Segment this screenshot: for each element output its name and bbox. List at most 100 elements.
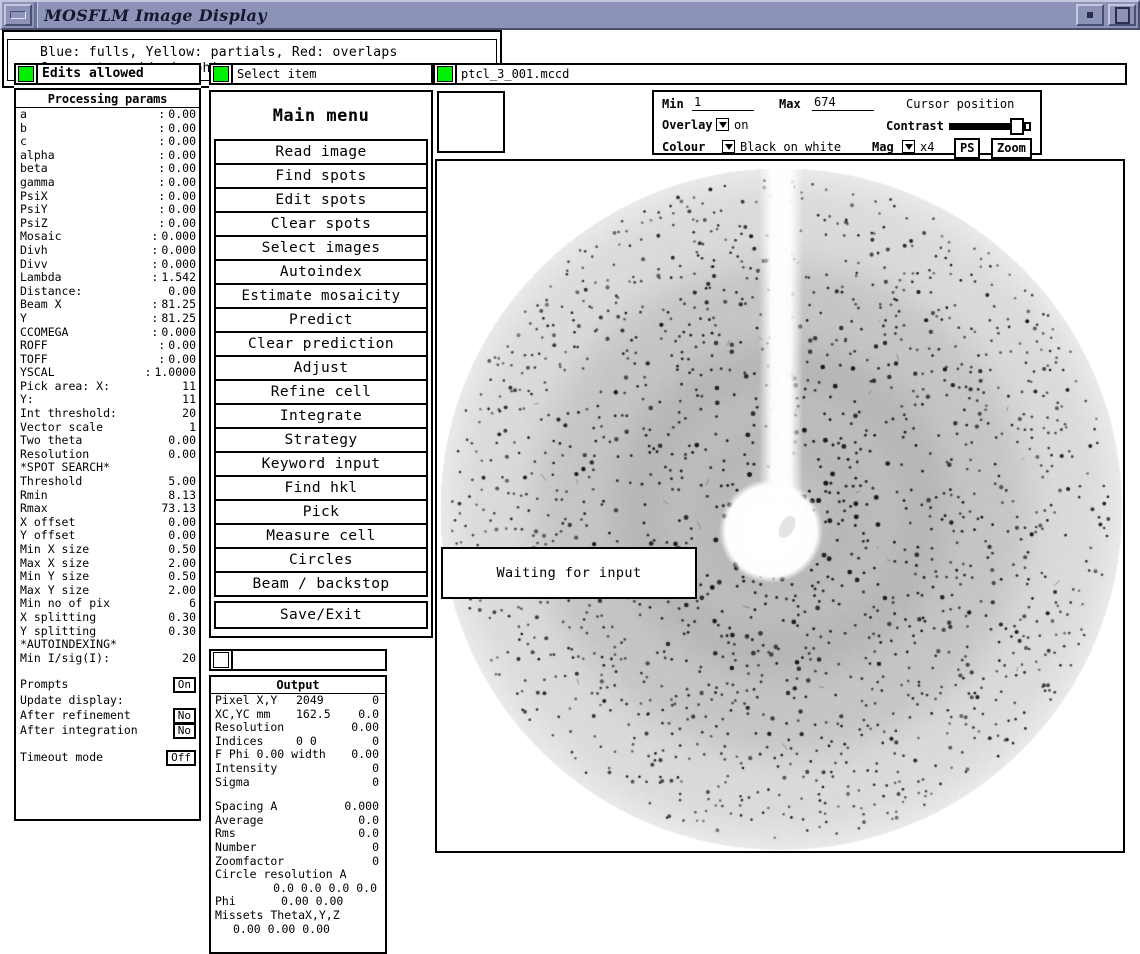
param-row[interactable]: Rmin 8.13 bbox=[16, 488, 199, 503]
param-row[interactable]: Resolution 0.00 bbox=[16, 447, 199, 462]
output-rows-top: Pixel X,Y 2049 0 XC,YC mm 162.5 0.0 Resolution… bbox=[211, 693, 385, 789]
menu-item-edit-spots[interactable]: Edit spots bbox=[216, 189, 426, 213]
param-row[interactable]: Y splitting 0.30 bbox=[16, 624, 199, 639]
menu-item-save-exit[interactable]: Save/Exit bbox=[214, 601, 428, 629]
menu-item-pick[interactable]: Pick bbox=[216, 501, 426, 525]
param-row[interactable]: Vector scale 1 bbox=[16, 420, 199, 435]
param-row[interactable]: Y offset 0.00 bbox=[16, 529, 199, 543]
param-row[interactable]: Threshold 5.00 bbox=[16, 474, 199, 489]
menu-item-clear-prediction[interactable]: Clear prediction bbox=[216, 333, 426, 357]
param-row[interactable]: Min I/sig(I): 20 bbox=[16, 651, 199, 666]
param-row[interactable]: PsiX:0.00 bbox=[16, 189, 199, 204]
menu-item-predict[interactable]: Predict bbox=[216, 309, 426, 333]
menu-item-select-images[interactable]: Select images bbox=[216, 237, 426, 261]
param-toggle-button[interactable]: Off bbox=[166, 749, 196, 766]
param-row[interactable]: Min no of pix 6 bbox=[16, 597, 199, 611]
param-row[interactable]: X offset 0.00 bbox=[16, 515, 199, 530]
param-row[interactable]: Min Y size 0.50 bbox=[16, 570, 199, 584]
param-toggle-row[interactable]: Update display: bbox=[16, 693, 199, 708]
maximize-button[interactable] bbox=[1108, 4, 1136, 26]
param-toggle-button[interactable]: No bbox=[172, 722, 196, 739]
output-row-label: Number bbox=[215, 839, 257, 854]
menu-item-estimate-mosaicity[interactable]: Estimate mosaicity bbox=[216, 285, 426, 309]
param-toggle-button[interactable]: No bbox=[172, 707, 196, 724]
window-content: Edits allowed Processing params a:0.00 b:… bbox=[2, 30, 1138, 954]
ps-button[interactable]: PS bbox=[954, 138, 981, 159]
param-row[interactable]: Min X size 0.50 bbox=[16, 542, 199, 557]
param-row[interactable]: *SPOT SEARCH* bbox=[16, 461, 199, 475]
waiting-for-input-message: Waiting for input bbox=[441, 547, 697, 599]
controls-row-overlay-contrast: Overlay on Contrast bbox=[654, 116, 1040, 137]
param-toggle-button[interactable]: On bbox=[172, 676, 196, 693]
shade-button[interactable] bbox=[1076, 4, 1104, 26]
param-row[interactable]: Int threshold: 20 bbox=[16, 406, 199, 421]
mag-chevron-down-icon[interactable] bbox=[902, 140, 915, 153]
param-colon: : bbox=[158, 161, 166, 176]
output-row-value: 0.0 bbox=[358, 706, 379, 721]
max-input[interactable]: 674 bbox=[812, 95, 874, 111]
menu-item-find-spots[interactable]: Find spots bbox=[216, 165, 426, 189]
mag-value: x4 bbox=[920, 140, 935, 154]
param-row[interactable]: X splitting 0.30 bbox=[16, 610, 199, 625]
param-row[interactable]: Divh:0.000 bbox=[16, 243, 199, 258]
param-row[interactable]: beta:0.00 bbox=[16, 162, 199, 176]
param-row[interactable]: Distance: 0.00 bbox=[16, 284, 199, 299]
colour-chevron-down-icon[interactable] bbox=[722, 140, 735, 153]
param-value: 11 bbox=[182, 392, 196, 407]
output-row-value: 0.0 bbox=[358, 826, 379, 841]
overlay-chevron-down-icon[interactable] bbox=[716, 118, 729, 131]
param-toggle-row[interactable]: After integration No bbox=[16, 722, 199, 739]
menu-item-measure-cell[interactable]: Measure cell bbox=[216, 525, 426, 549]
param-toggle-row[interactable]: Timeout mode Off bbox=[16, 749, 199, 766]
param-row[interactable]: Lambda:1.542 bbox=[16, 271, 199, 285]
param-colon: : bbox=[151, 310, 159, 325]
param-row[interactable]: Beam X:81.25 bbox=[16, 298, 199, 312]
param-label: c bbox=[20, 135, 27, 149]
legend-line-1: Blue: fulls, Yellow: partials, Red: over… bbox=[40, 45, 398, 60]
param-row[interactable]: CCOMEGA:0.000 bbox=[16, 325, 199, 340]
menu-item-find-hkl[interactable]: Find hkl bbox=[216, 477, 426, 501]
menu-item-clear-spots[interactable]: Clear spots bbox=[216, 213, 426, 237]
param-row[interactable]: Two theta 0.00 bbox=[16, 434, 199, 448]
min-input[interactable]: 1 bbox=[692, 95, 754, 111]
param-row[interactable]: gamma:0.00 bbox=[16, 175, 199, 190]
param-toggle-row[interactable]: After refinement No bbox=[16, 707, 199, 724]
param-row[interactable]: alpha:0.00 bbox=[16, 147, 199, 163]
param-row[interactable]: a:0.00 bbox=[16, 107, 199, 122]
menu-item-keyword-input[interactable]: Keyword input bbox=[216, 453, 426, 477]
contrast-slider-thumb[interactable] bbox=[1010, 118, 1024, 135]
menu-item-strategy[interactable]: Strategy bbox=[216, 429, 426, 453]
menu-item-autoindex[interactable]: Autoindex bbox=[216, 261, 426, 285]
diffraction-image[interactable] bbox=[437, 161, 1123, 851]
contrast-slider-track[interactable] bbox=[949, 123, 1013, 130]
menu-item-circles[interactable]: Circles bbox=[216, 549, 426, 573]
param-row[interactable]: Max Y size 2.00 bbox=[16, 583, 199, 598]
menu-item-integrate[interactable]: Integrate bbox=[216, 405, 426, 429]
param-row[interactable]: Rmax 73.13 bbox=[16, 502, 199, 516]
param-row[interactable]: PsiZ:0.00 bbox=[16, 216, 199, 231]
param-row[interactable]: Pick area: X: 11 bbox=[16, 379, 199, 394]
param-row[interactable]: Divv:0.000 bbox=[16, 257, 199, 272]
thumbnail-preview-box[interactable] bbox=[437, 91, 505, 153]
param-row[interactable]: TOFF:0.00 bbox=[16, 352, 199, 367]
minimize-button[interactable] bbox=[4, 4, 32, 26]
param-row[interactable]: Max X size 2.00 bbox=[16, 556, 199, 571]
param-colon: : bbox=[158, 147, 166, 162]
param-row[interactable]: ROFF:0.00 bbox=[16, 338, 199, 353]
menu-item-adjust[interactable]: Adjust bbox=[216, 357, 426, 381]
param-row[interactable]: *AUTOINDEXING* bbox=[16, 638, 199, 652]
param-row[interactable]: Mosaic:0.000 bbox=[16, 230, 199, 244]
zoom-button[interactable]: Zoom bbox=[991, 138, 1032, 159]
param-row[interactable]: b:0.00 bbox=[16, 121, 199, 136]
min-label: Min bbox=[662, 97, 684, 111]
diffraction-image-viewport[interactable]: Waiting for input bbox=[435, 159, 1125, 853]
param-row[interactable]: YSCAL:1.0000 bbox=[16, 366, 199, 380]
menu-item-refine-cell[interactable]: Refine cell bbox=[216, 381, 426, 405]
menu-item-beam-backstop[interactable]: Beam / backstop bbox=[216, 573, 426, 595]
param-row[interactable]: PsiY:0.00 bbox=[16, 203, 199, 217]
menu-item-read-image[interactable]: Read image bbox=[216, 141, 426, 165]
param-row[interactable]: c:0.00 bbox=[16, 135, 199, 149]
param-row[interactable]: Y:81.25 bbox=[16, 310, 199, 326]
param-row[interactable]: Y: 11 bbox=[16, 393, 199, 407]
param-toggle-row[interactable]: Prompts On bbox=[16, 676, 199, 693]
